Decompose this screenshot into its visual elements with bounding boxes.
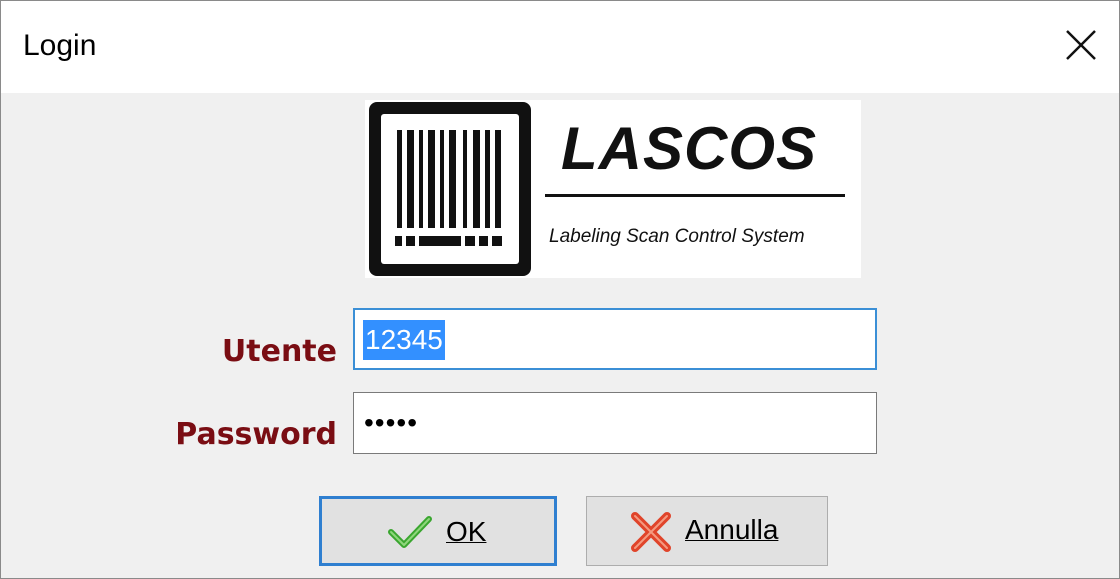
ok-button-label: OK [446, 516, 487, 547]
login-dialog: Login LASCOS Labeling Scan Control Syste… [0, 0, 1120, 579]
cancel-button[interactable]: Annulla [586, 496, 828, 566]
user-input[interactable]: 12345 [353, 308, 877, 370]
close-button[interactable] [1051, 15, 1111, 75]
barcode-icon [369, 102, 531, 276]
close-icon [1066, 30, 1096, 60]
logo-tagline: Labeling Scan Control System [549, 226, 805, 247]
logo-divider [545, 194, 845, 197]
checkmark-icon [388, 516, 432, 548]
password-input[interactable]: ••••• [353, 392, 877, 454]
cancel-button-label: Annulla [685, 514, 779, 545]
ok-button[interactable]: OK [319, 496, 557, 566]
user-label: Utente [221, 334, 337, 369]
x-mark-icon [631, 512, 671, 552]
logo-name: LASCOS [561, 115, 818, 182]
window-title: Login [23, 29, 97, 62]
password-mask: ••••• [364, 407, 419, 438]
title-bar: Login [1, 1, 1119, 93]
password-label: Password [175, 417, 337, 452]
app-logo: LASCOS Labeling Scan Control System [365, 100, 861, 278]
user-input-value: 12345 [363, 320, 445, 360]
